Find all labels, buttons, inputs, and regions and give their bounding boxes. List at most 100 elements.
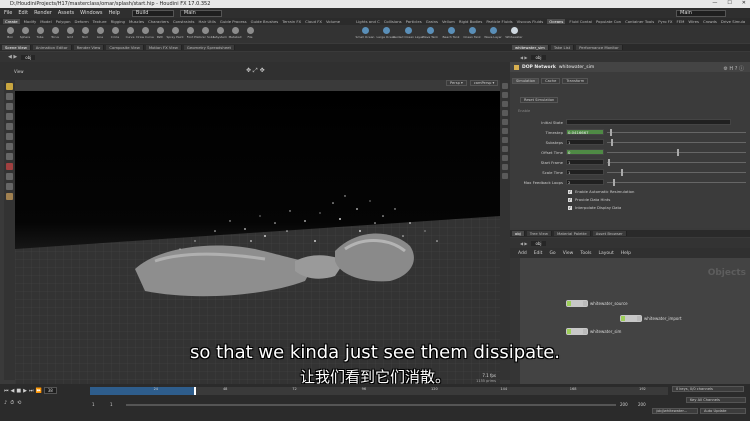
tool-tube[interactable]: Tube	[33, 27, 47, 39]
shelf-tab-particles[interactable]: Particles	[406, 19, 422, 24]
shelf-tab-vellum[interactable]: Vellum	[442, 19, 455, 24]
range-end[interactable]: 200	[620, 402, 628, 407]
tool-ocean-tank[interactable]: Ocean Tank	[462, 27, 482, 39]
tab-take-list[interactable]: Take List	[550, 45, 575, 50]
shelf-tab-fem[interactable]: FEM	[677, 19, 685, 24]
tool-draw-curve[interactable]: Draw Curve	[136, 27, 154, 39]
tool-curve[interactable]: Curve	[123, 27, 137, 39]
minimize-button[interactable]: —	[712, 0, 717, 6]
auto-update-button[interactable]: Auto Update	[700, 408, 746, 414]
tab-render-view[interactable]: Render View	[73, 45, 105, 50]
check-enable-auto-resim[interactable]: ✓ Enable Automatic Resimulation	[568, 188, 634, 195]
checkbox-checked-icon[interactable]: ✓	[568, 197, 572, 202]
tab-tree-view[interactable]: Tree View	[526, 231, 552, 236]
shelf-tab-lights[interactable]: Lights and C	[356, 19, 380, 24]
rotate-icon[interactable]	[6, 103, 13, 110]
step-back-icon[interactable]: ◀	[11, 388, 15, 394]
check-provide-data-hints[interactable]: ✓ Provide Data Hints	[568, 196, 610, 203]
timeline-track[interactable]: 24 48 72 96 120 144 168 192	[90, 387, 668, 395]
jump-start-icon[interactable]: ⏮	[4, 388, 9, 394]
tool-file[interactable]: File	[243, 27, 257, 39]
tab-simulation[interactable]: Simulation	[512, 78, 540, 84]
max-feedback-slider[interactable]	[607, 178, 746, 186]
scale-time-slider[interactable]	[607, 168, 746, 176]
timestep-slider[interactable]	[607, 128, 746, 136]
main-desk-select[interactable]: Main	[179, 9, 222, 17]
shelf-tab-hair-utils[interactable]: Hair Utils	[199, 19, 216, 24]
range-start[interactable]: 1	[92, 402, 95, 407]
shelf-tab-drive-simulation[interactable]: Drive Simula	[721, 19, 745, 24]
realtime-icon[interactable]: ⏱	[10, 400, 14, 406]
tool-guided-ocean[interactable]: Guided Ocean Layer	[393, 27, 423, 39]
magnet-icon[interactable]	[6, 163, 13, 170]
shelf-tab-guide-process[interactable]: Guide Process	[220, 19, 247, 24]
tool-null[interactable]: Null	[78, 27, 92, 39]
shelf-tab-volume[interactable]: Volume	[326, 19, 340, 24]
menu-edit[interactable]: Edit	[18, 10, 28, 16]
tool-grid[interactable]: Grid	[63, 27, 77, 39]
checkbox-checked-icon[interactable]: ✓	[568, 205, 572, 210]
shelf-tab-constraints[interactable]: Constraints	[173, 19, 195, 24]
tool-metaball[interactable]: Metaball	[228, 27, 242, 39]
shelf-tab-texture[interactable]: Texture	[93, 19, 107, 24]
select-icon[interactable]	[6, 83, 13, 90]
tool-lsystem[interactable]: L-System	[213, 27, 227, 39]
current-frame-field[interactable]: 38	[43, 387, 57, 394]
stop-icon[interactable]: ■	[16, 388, 21, 394]
tool-torus[interactable]: Torus	[48, 27, 62, 39]
guides-icon[interactable]	[502, 128, 508, 134]
net-menu-view[interactable]: View	[563, 251, 574, 256]
persp-menu[interactable]: Persp ▾	[446, 80, 467, 86]
substeps-field[interactable]: 1	[566, 139, 604, 145]
tool-box[interactable]: Box	[3, 27, 17, 39]
net-menu-layout[interactable]: Layout	[598, 251, 613, 256]
slider-handle[interactable]	[611, 138, 614, 146]
net-menu-help[interactable]: Help	[621, 251, 631, 256]
tool-line[interactable]: Line	[93, 27, 107, 39]
slider-handle[interactable]	[620, 168, 623, 176]
node-whitewater-source[interactable]: whitewater_source	[566, 300, 628, 307]
menu-windows[interactable]: Windows	[80, 10, 102, 16]
shelf-tab-characters[interactable]: Characters	[148, 19, 169, 24]
shelf-tab-create[interactable]: Create	[3, 19, 20, 24]
slider-handle[interactable]	[608, 158, 611, 166]
shelf-tab-viscous-fluids[interactable]: Viscous Fluids	[517, 19, 544, 24]
tab-scene-view[interactable]: Scene View	[2, 45, 31, 50]
shelf-tab-modify[interactable]: Modify	[24, 19, 37, 24]
node-whitewater-sim[interactable]: whitewater_sim	[566, 328, 621, 335]
viewer-path[interactable]: obj	[21, 54, 36, 60]
shelf-tab-rigid-bodies[interactable]: Rigid Bodies	[459, 19, 482, 24]
step-forward-icon[interactable]: ⏩	[35, 388, 41, 394]
offset-time-slider[interactable]	[607, 148, 746, 156]
shelf-tab-terrain-fx[interactable]: Terrain FX	[282, 19, 301, 24]
nav-arrows-icon[interactable]: ◀ ▶	[520, 55, 527, 60]
substeps-slider[interactable]	[607, 138, 746, 146]
shelf-tab-collisions[interactable]: Collisions	[384, 19, 402, 24]
timeline-cursor[interactable]	[194, 387, 197, 395]
shelf-tab-oceans[interactable]: Oceans	[547, 19, 566, 24]
camera-menu[interactable]: camPersp ▾	[469, 80, 499, 86]
menu-assets[interactable]: Assets	[58, 10, 74, 16]
initial-state-field[interactable]	[566, 119, 731, 125]
slider-handle[interactable]	[609, 128, 612, 136]
tab-whitewater-sim[interactable]: whitewater_sim	[512, 45, 549, 50]
ghost-icon[interactable]	[502, 164, 508, 170]
reset-simulation-button[interactable]: Reset Simulation	[520, 97, 559, 103]
menu-file[interactable]: File	[4, 10, 12, 16]
tool-small-ocean[interactable]: Small Ocean	[355, 27, 375, 39]
tab-performance-monitor[interactable]: Performance Monitor	[576, 45, 623, 50]
node-name[interactable]: whitewater_sim	[559, 65, 594, 70]
timestep-field[interactable]: 0.0416667	[566, 129, 604, 135]
net-menu-add[interactable]: Add	[518, 251, 527, 256]
tool-sphere[interactable]: Sphere	[18, 27, 32, 39]
close-button[interactable]: ✕	[742, 0, 746, 6]
checkbox-checked-icon[interactable]: ✓	[568, 189, 572, 194]
shelf-tab-model[interactable]: Model	[40, 19, 51, 24]
tool-wave-tank[interactable]: Wave Tank	[420, 27, 440, 39]
check-interpolate-display[interactable]: ✓ Interpolate Display Data	[568, 204, 621, 211]
start-frame-field[interactable]: 1	[566, 159, 604, 165]
tab-cache[interactable]: Cache	[541, 78, 561, 84]
shelf-tab-grains[interactable]: Grains	[426, 19, 438, 24]
tab-composite-view[interactable]: Composite View	[106, 45, 144, 50]
shelf-tab-pyro-fx[interactable]: Pyro FX	[658, 19, 672, 24]
